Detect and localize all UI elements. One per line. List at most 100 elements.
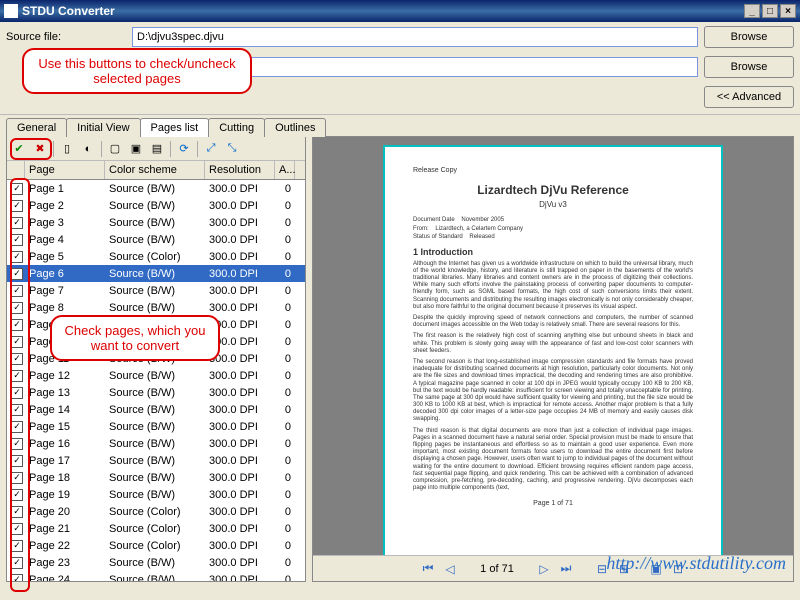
cell-scheme: Source (B/W) xyxy=(105,387,205,399)
table-row[interactable]: ✓Page 16Source (B/W)300.0 DPI0 xyxy=(7,435,305,452)
cell-scheme: Source (B/W) xyxy=(105,370,205,382)
table-row[interactable]: ✓Page 13Source (B/W)300.0 DPI0 xyxy=(7,384,305,401)
table-row[interactable]: ✓Page 12Source (B/W)300.0 DPI0 xyxy=(7,367,305,384)
col-scheme[interactable]: Color scheme xyxy=(105,161,205,179)
cell-res: 300.0 DPI xyxy=(205,472,275,484)
table-row[interactable]: ✓Page 15Source (B/W)300.0 DPI0 xyxy=(7,418,305,435)
tab-pages-list[interactable]: Pages list xyxy=(140,118,210,137)
cell-page: Page 18 xyxy=(25,472,105,484)
table-row[interactable]: ✓Page 1Source (B/W)300.0 DPI0 xyxy=(7,180,305,197)
table-row[interactable]: ✓Page 23Source (B/W)300.0 DPI0 xyxy=(7,554,305,571)
cell-a: 0 xyxy=(275,455,295,467)
cell-page: Page 12 xyxy=(25,370,105,382)
last-page-icon[interactable]: ⏭ xyxy=(556,559,576,579)
cut3-icon[interactable]: ▤ xyxy=(147,139,167,159)
cell-page: Page 1 xyxy=(25,183,105,195)
cut2-icon[interactable]: ▣ xyxy=(126,139,146,159)
col-res[interactable]: Resolution xyxy=(205,161,275,179)
cell-res: 300.0 DPI xyxy=(205,574,275,582)
cell-page: Page 13 xyxy=(25,387,105,399)
cut-icon[interactable]: ▢ xyxy=(105,139,125,159)
callout-buttons: Use this buttons to check/uncheck select… xyxy=(22,48,252,94)
tab-cutting[interactable]: Cutting xyxy=(208,118,265,137)
highlight-check-buttons xyxy=(10,138,52,160)
cell-scheme: Source (B/W) xyxy=(105,557,205,569)
cell-page: Page 14 xyxy=(25,404,105,416)
cell-a: 0 xyxy=(275,251,295,263)
cell-scheme: Source (B/W) xyxy=(105,200,205,212)
tab-outlines[interactable]: Outlines xyxy=(264,118,326,137)
pv-sec1: 1 Introduction xyxy=(413,247,693,258)
cell-page: Page 20 xyxy=(25,506,105,518)
tab-general[interactable]: General xyxy=(6,118,67,137)
table-row[interactable]: ✓Page 5Source (Color)300.0 DPI0 xyxy=(7,248,305,265)
table-row[interactable]: ✓Page 22Source (Color)300.0 DPI0 xyxy=(7,537,305,554)
titlebar: STDU Converter _ □ × xyxy=(0,0,800,22)
cell-res: 300.0 DPI xyxy=(205,387,275,399)
table-row[interactable]: ✓Page 8Source (B/W)300.0 DPI0 xyxy=(7,299,305,316)
cell-scheme: Source (B/W) xyxy=(105,404,205,416)
cell-scheme: Source (Color) xyxy=(105,523,205,535)
cell-scheme: Source (Color) xyxy=(105,251,205,263)
table-row[interactable]: ✓Page 6Source (B/W)300.0 DPI0 xyxy=(7,265,305,282)
cell-scheme: Source (Color) xyxy=(105,506,205,518)
cell-res: 300.0 DPI xyxy=(205,234,275,246)
cell-a: 0 xyxy=(275,336,295,348)
table-row[interactable]: ✓Page 21Source (Color)300.0 DPI0 xyxy=(7,520,305,537)
app-icon xyxy=(4,4,18,18)
table-row[interactable]: ✓Page 3Source (B/W)300.0 DPI0 xyxy=(7,214,305,231)
table-row[interactable]: ✓Page 18Source (B/W)300.0 DPI0 xyxy=(7,469,305,486)
advanced-button[interactable]: << Advanced xyxy=(704,86,794,108)
table-row[interactable]: ✓Page 20Source (Color)300.0 DPI0 xyxy=(7,503,305,520)
prev-page-icon[interactable]: ◁ xyxy=(440,559,460,579)
maximize-button[interactable]: □ xyxy=(762,4,778,18)
cell-a: 0 xyxy=(275,438,295,450)
table-row[interactable]: ✓Page 4Source (B/W)300.0 DPI0 xyxy=(7,231,305,248)
cell-page: Page 24 xyxy=(25,574,105,582)
cell-a: 0 xyxy=(275,523,295,535)
expand-icon[interactable]: ⤢ xyxy=(201,139,221,159)
cell-scheme: Source (B/W) xyxy=(105,472,205,484)
cell-page: Page 21 xyxy=(25,523,105,535)
browse-source-button[interactable]: Browse xyxy=(704,26,794,48)
cell-a: 0 xyxy=(275,370,295,382)
cell-a: 0 xyxy=(275,183,295,195)
minimize-button[interactable]: _ xyxy=(744,4,760,18)
next-page-icon[interactable]: ▷ xyxy=(534,559,554,579)
table-header: Page Color scheme Resolution A... xyxy=(7,161,305,180)
contrast-icon[interactable]: ◐ xyxy=(78,139,98,159)
cell-page: Page 6 xyxy=(25,268,105,280)
cell-page: Page 3 xyxy=(25,217,105,229)
first-page-icon[interactable]: ⏮ xyxy=(418,559,438,579)
table-row[interactable]: ✓Page 2Source (B/W)300.0 DPI0 xyxy=(7,197,305,214)
table-row[interactable]: ✓Page 7Source (B/W)300.0 DPI0 xyxy=(7,282,305,299)
table-row[interactable]: ✓Page 19Source (B/W)300.0 DPI0 xyxy=(7,486,305,503)
cell-a: 0 xyxy=(275,200,295,212)
tab-initial-view[interactable]: Initial View xyxy=(66,118,140,137)
col-page[interactable]: Page xyxy=(25,161,105,179)
table-body[interactable]: ✓Page 1Source (B/W)300.0 DPI0✓Page 2Sour… xyxy=(7,180,305,581)
browse-dest-button[interactable]: Browse xyxy=(704,56,794,78)
table-row[interactable]: ✓Page 17Source (B/W)300.0 DPI0 xyxy=(7,452,305,469)
cell-a: 0 xyxy=(275,506,295,518)
cell-scheme: Source (B/W) xyxy=(105,183,205,195)
table-row[interactable]: ✓Page 24Source (B/W)300.0 DPI0 xyxy=(7,571,305,581)
cell-page: Page 4 xyxy=(25,234,105,246)
preview-area[interactable]: Release Copy Lizardtech DjVu Reference D… xyxy=(313,137,793,555)
cell-a: 0 xyxy=(275,217,295,229)
page-icon[interactable]: ▯ xyxy=(57,139,77,159)
cell-a: 0 xyxy=(275,353,295,365)
cell-a: 0 xyxy=(275,557,295,569)
refresh-icon[interactable]: ⟳ xyxy=(174,139,194,159)
pv-title: Lizardtech DjVu Reference xyxy=(413,183,693,197)
col-a[interactable]: A... xyxy=(275,161,295,179)
preview-panel: Release Copy Lizardtech DjVu Reference D… xyxy=(312,136,794,582)
cell-a: 0 xyxy=(275,285,295,297)
cell-scheme: Source (B/W) xyxy=(105,455,205,467)
cell-res: 300.0 DPI xyxy=(205,506,275,518)
collapse-icon[interactable]: ⤡ xyxy=(222,139,242,159)
close-button[interactable]: × xyxy=(780,4,796,18)
cell-page: Page 19 xyxy=(25,489,105,501)
source-input[interactable] xyxy=(132,27,698,47)
table-row[interactable]: ✓Page 14Source (B/W)300.0 DPI0 xyxy=(7,401,305,418)
